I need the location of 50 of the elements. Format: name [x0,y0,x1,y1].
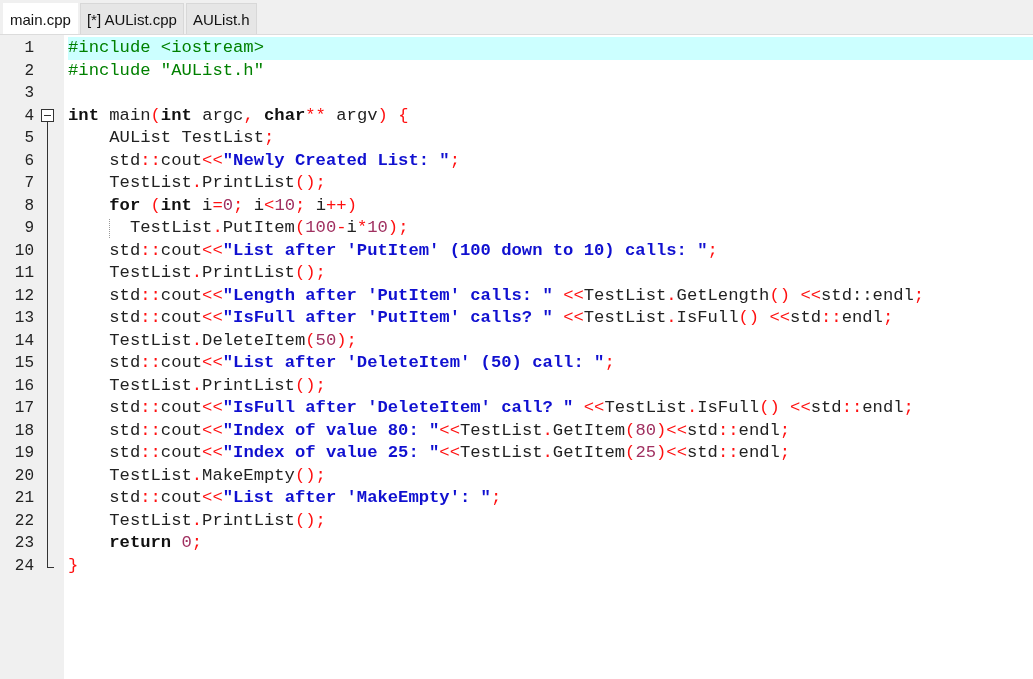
code-line: return 0; [108,532,204,554]
line-number: 23 [13,533,35,554]
code-line: TestList.MakeEmpty(); [108,464,327,487]
line-number: 16 [13,375,35,397]
line-number: 17 [13,398,35,419]
code-line: std::cout<<"Index of value 25: "<<TestList.GetItem(25)<<std::endl; [108,442,792,464]
file-tab[interactable]: [*] AUList.cpp [79,3,184,34]
code-line: std::cout<<"List after 'PutItem' (100 down to 10) calls: "; [108,239,719,262]
code-line: TestList.PrintList(); [108,172,327,194]
line-number: 18 [13,420,35,442]
line-number: 12 [13,285,35,307]
file-tab[interactable]: main.cpp [3,3,78,34]
collapse-icon[interactable] [40,108,54,122]
code-line: std::cout<<"IsFull after 'PutItem' calls? " <<TestList.IsFull() <<std::endl; [108,307,895,329]
code-line: TestList.PutItem(100-i*10); [68,217,1033,240]
code-line: AUList TestList; [108,127,276,149]
line-number: 6 [23,150,35,172]
code-line: TestList.PrintList(); [108,509,327,532]
line-number: 10 [13,240,35,262]
line-number: 4 [23,105,35,127]
line-number: 11 [13,263,35,284]
line-number: 15 [13,353,35,374]
file-tab[interactable]: AUList.h [185,3,257,34]
line-number: 20 [13,465,35,487]
code-line: TestList.PrintList(); [108,374,327,397]
line-number: 13 [13,308,35,329]
line-number: 5 [23,128,35,149]
line-number: 3 [23,83,35,104]
line-number: 7 [23,173,35,194]
code-line: std::cout<<"Newly Created List: "; [108,149,461,172]
code-line: TestList.DeleteItem(50); [108,329,358,352]
code-line: for (int i=0; i<10; i++) [108,194,358,217]
code-line: } [68,554,80,577]
line-number: 9 [23,218,35,239]
code-line: #include "AUList.h" [68,59,265,82]
line-number: 19 [13,443,35,464]
line-number: 1 [23,38,35,59]
code-line: TestList.PrintList(); [108,262,327,284]
line-number: 8 [23,195,35,217]
code-line: std::cout<<"Length after 'PutItem' calls: " <<TestList.GetLength() <<std::endl; [108,284,926,307]
code-line: std::cout<<"Index of value 80: "<<TestList.GetItem(80)<<std::endl; [108,419,792,442]
code-line: std::cout<<"List after 'MakeEmpty': "; [108,487,503,509]
line-number: 21 [13,488,35,509]
line-number: 2 [23,60,35,82]
code-line: std::cout<<"List after 'DeleteItem' (50) call: "; [108,352,616,374]
line-number: 14 [13,330,35,352]
code-line: std::cout<<"IsFull after 'DeleteItem' call? " <<TestList.IsFull() <<std::endl; [108,397,915,419]
line-number: 22 [13,510,35,532]
line-number: 24 [13,555,35,577]
code-line: int main(int argc, char** argv) { [68,104,410,127]
